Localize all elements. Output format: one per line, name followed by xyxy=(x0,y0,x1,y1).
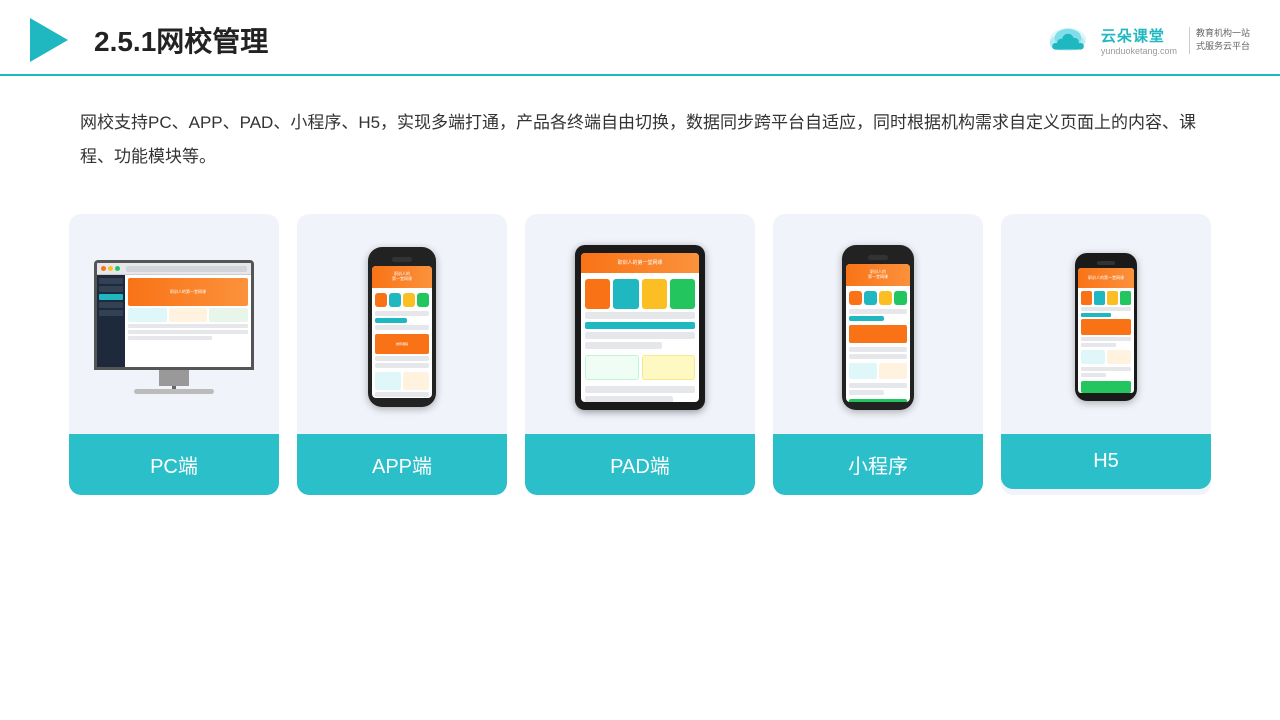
card-h5-image: 职训人的第一堂网课 xyxy=(1001,214,1211,434)
logo-icon xyxy=(1043,21,1093,59)
logo-text-area: 云朵课堂 yunduoketang.com xyxy=(1101,25,1177,56)
card-miniprogram-image: 职训人的第一堂网课 xyxy=(773,214,983,434)
description: 网校支持PC、APP、PAD、小程序、H5，实现多端打通，产品各终端自由切换，数… xyxy=(0,76,1280,184)
card-pc: 职训人的第一堂网课 xyxy=(69,214,279,495)
cards-container: 职训人的第一堂网课 xyxy=(0,184,1280,515)
card-h5: 职训人的第一堂网课 xyxy=(1001,214,1211,495)
card-miniprogram: 职训人的第一堂网课 xyxy=(773,214,983,495)
logo-domain: yunduoketang.com xyxy=(1101,46,1177,56)
app-device: 职训人的第一堂网课 推荐课程 xyxy=(368,247,436,407)
logo-name: 云朵课堂 xyxy=(1101,25,1165,46)
card-app-image: 职训人的第一堂网课 推荐课程 xyxy=(297,214,507,434)
card-pad-image: 职训人的第一堂网课 xyxy=(525,214,755,434)
logo-area: 云朵课堂 yunduoketang.com 教育机构一站式服务云平台 xyxy=(1043,21,1250,59)
card-h5-label: H5 xyxy=(1001,434,1211,489)
header: 2.5.1网校管理 云朵课堂 yunduoketang.com 教育机构一站式服… xyxy=(0,0,1280,76)
pad-device: 职训人的第一堂网课 xyxy=(575,245,705,410)
header-left: 2.5.1网校管理 xyxy=(30,18,268,62)
pc-device: 职训人的第一堂网课 xyxy=(89,260,259,394)
h5-device: 职训人的第一堂网课 xyxy=(1075,253,1137,401)
card-pc-image: 职训人的第一堂网课 xyxy=(69,214,279,434)
card-app-label: APP端 xyxy=(297,434,507,495)
card-app: 职训人的第一堂网课 推荐课程 xyxy=(297,214,507,495)
play-icon xyxy=(30,18,68,62)
card-miniprogram-label: 小程序 xyxy=(773,434,983,495)
card-pad-label: PAD端 xyxy=(525,434,755,495)
miniprogram-device: 职训人的第一堂网课 xyxy=(842,245,914,410)
page-title: 2.5.1网校管理 xyxy=(94,20,268,60)
card-pc-label: PC端 xyxy=(69,434,279,495)
logo-slogan: 教育机构一站式服务云平台 xyxy=(1189,27,1250,54)
card-pad: 职训人的第一堂网课 xyxy=(525,214,755,495)
description-text: 网校支持PC、APP、PAD、小程序、H5，实现多端打通，产品各终端自由切换，数… xyxy=(80,113,1196,166)
